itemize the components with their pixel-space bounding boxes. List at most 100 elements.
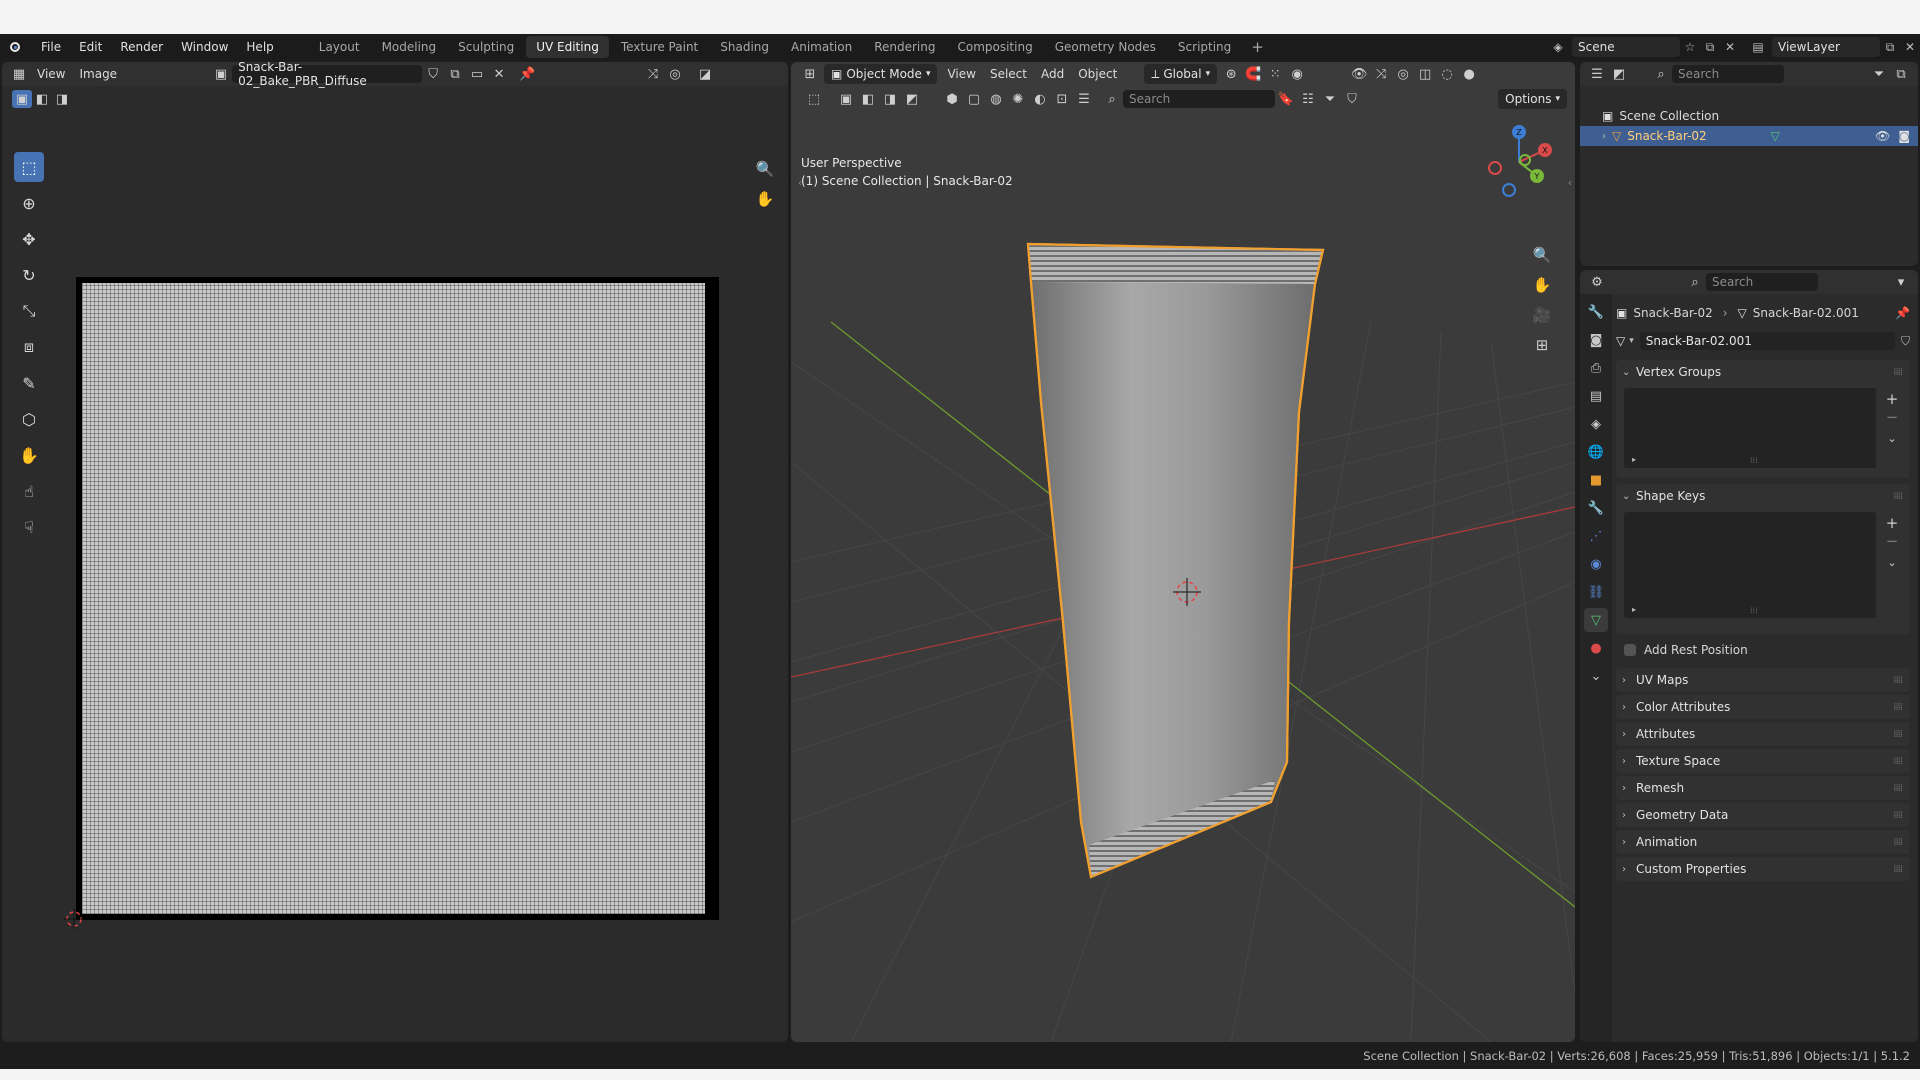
blender-logo-icon[interactable] [6,38,24,56]
texture-space-panel[interactable]: › Texture Space ⁞⁞⁞⁞ [1616,749,1910,773]
tab-compositing[interactable]: Compositing [947,36,1042,58]
filter-list-icon[interactable]: ☷ [1297,89,1319,109]
breadcrumb-mesh[interactable]: Snack-Bar-02.001 [1753,306,1859,320]
navigation-gizmo[interactable]: Z X Y [1479,122,1559,202]
scale-tool[interactable]: ⤡ [14,296,44,326]
animation-panel[interactable]: › Animation ⁞⁞⁞⁞ [1616,830,1910,854]
eye-icon[interactable]: 👁 [1875,129,1890,143]
new-collection-icon[interactable]: ⧉ [1890,64,1912,84]
zoom-icon[interactable]: 🔍 [754,158,776,180]
filter-icon[interactable]: ⏷ [1868,64,1890,84]
list-filter-toggle-icon[interactable]: ▸ [1632,455,1636,464]
proportional-edit-icon[interactable]: ◉ [1286,64,1308,84]
uv-editor[interactable]: ▦ View Image ▣ Snack-Bar-02_Bake_PBR_Dif… [2,62,788,1042]
uv-menu-view[interactable]: View [30,62,72,86]
mesh-data-tab-icon[interactable]: ▽ [1584,608,1608,632]
drag-handle-icon[interactable]: ⁞⁞⁞⁞ [1893,756,1903,767]
snap-target-icon[interactable]: ⁙ [1264,64,1286,84]
tab-shading[interactable]: Shading [710,36,779,58]
overlay-toggle-icon[interactable]: ◎ [1392,64,1414,84]
pinch-tool[interactable]: ☟ [14,512,44,542]
chevron-down-icon[interactable]: ▾ [1890,272,1912,292]
pin-scene-icon[interactable]: ☆ [1680,37,1700,57]
physics-tab-icon[interactable]: ◉ [1584,552,1608,576]
shading-solid-icon[interactable]: ● [1458,64,1480,84]
tab-texture-paint[interactable]: Texture Paint [611,36,708,58]
constraints-tab-icon[interactable]: ⛓ [1584,580,1608,604]
shield-icon[interactable]: ⛉ [1341,89,1363,109]
select-mode-subtract-icon[interactable]: ◨ [879,89,901,109]
breadcrumb-object[interactable]: Snack-Bar-02 [1633,306,1712,320]
drag-handle-icon[interactable]: ⁞⁞⁞⁞ [1893,837,1903,848]
rotate-tool[interactable]: ↻ [14,260,44,290]
output-tab-icon[interactable]: ⎙ [1584,356,1608,380]
drag-handle-icon[interactable]: ⁞⁞⁞⁞ [1893,864,1903,875]
shape-keys-header[interactable]: ⌄ Shape Keys ⁞⁞⁞⁞ [1616,484,1910,508]
3d-viewport[interactable]: ⊞ ▣ Object Mode ▾ View Select Add Object… [791,62,1575,1042]
menu-edit[interactable]: Edit [70,34,111,60]
shape-keys-list[interactable]: ▸ ⁞⁞⁞ [1624,512,1876,618]
drag-handle-icon[interactable]: ⁞⁞⁞⁞ [1893,675,1903,686]
move-tool[interactable]: ✥ [14,224,44,254]
select-box-tool[interactable]: ⬚ [14,152,44,182]
rip-tool[interactable]: ⬡ [14,404,44,434]
2d-cursor-icon[interactable] [64,909,84,929]
uv-overlay-icon[interactable]: ◎ [664,64,686,84]
color-attributes-panel[interactable]: › Color Attributes ⁞⁞⁞⁞ [1616,695,1910,719]
cursor-tool[interactable]: ⊕ [14,188,44,218]
image-browse-icon[interactable]: ▣ [210,64,232,84]
object-mode-dropdown[interactable]: ▣ Object Mode ▾ [824,64,938,84]
curve-filter-icon[interactable]: ◍ [985,89,1007,109]
texture-tab-icon[interactable]: ⌄ [1584,664,1608,688]
remove-vertex-group-button[interactable]: − [1886,408,1899,426]
mesh-browse-icon[interactable]: ▽ [1616,334,1625,348]
annotate-tool[interactable]: ✎ [14,368,44,398]
scene-type-icon[interactable]: ◈ [1548,37,1568,57]
bookmark-icon[interactable]: 🔖 [1275,89,1297,109]
new-image-icon[interactable]: ⧉ [444,64,466,84]
sidebar-toggle-icon[interactable]: ‹ [778,172,788,194]
select-mode-extend-icon[interactable]: ◧ [32,89,52,109]
relax-tool[interactable]: ☝ [14,476,44,506]
view-layer-tab-icon[interactable]: ▤ [1584,384,1608,408]
display-mode-icon[interactable]: ◩ [1608,64,1630,84]
pan-hand-icon[interactable]: ✋ [754,188,776,210]
fake-user-icon[interactable]: ⛉ [1901,334,1910,349]
uv-sync-icon[interactable]: ⤨ [642,64,664,84]
image-name-field[interactable]: Snack-Bar-02_Bake_PBR_Diffuse [232,62,423,88]
perspective-toggle-icon[interactable]: ⊞ [1531,334,1553,356]
unlink-image-icon[interactable]: ✕ [488,64,510,84]
list-resize-icon[interactable]: ⁞⁞⁞ [1750,456,1758,465]
vertex-group-specials-icon[interactable]: ⌄ [1887,432,1896,445]
select-mode-extend-icon[interactable]: ◧ [857,89,879,109]
transform-tool[interactable]: ⧈ [14,332,44,362]
camera-view-icon[interactable]: 🎥 [1531,304,1553,326]
drag-handle-icon[interactable]: ⁞⁞⁞⁞ [1893,702,1903,713]
expand-arrow-icon[interactable]: › [1602,131,1606,142]
modifier-tab-icon[interactable]: 🔧 [1584,496,1608,520]
custom-properties-panel[interactable]: › Custom Properties ⁞⁞⁞⁞ [1616,857,1910,881]
toolbar-toggle-icon[interactable]: ‹ [791,172,811,194]
select-mode-subtract-icon[interactable]: ◨ [52,89,72,109]
menu-file[interactable]: File [32,34,70,60]
xray-icon[interactable]: ◫ [1414,64,1436,84]
object-tab-icon[interactable]: ■ [1584,468,1608,492]
outliner[interactable]: ☰ ◩ ⌕ Search ⏷ ⧉ ▣ Scene Collection › ▽ … [1580,62,1918,266]
visibility-icon[interactable]: 👁 [1348,64,1370,84]
pivot-icon[interactable]: ⊛ [1220,64,1242,84]
remove-view-layer-icon[interactable]: ✕ [1900,37,1920,57]
list-resize-icon[interactable]: ⁞⁞⁞ [1750,606,1758,615]
drag-handle-icon[interactable]: ⁞⁞⁞⁞ [1893,729,1903,740]
remesh-panel[interactable]: › Remesh ⁞⁞⁞⁞ [1616,776,1910,800]
menu-help[interactable]: Help [237,34,282,60]
viewport-search-input[interactable]: Search [1123,90,1275,108]
outliner-search-input[interactable]: Search [1672,65,1784,83]
geometry-data-panel[interactable]: › Geometry Data ⁞⁞⁞⁞ [1616,803,1910,827]
add-rest-position-checkbox[interactable] [1624,644,1636,656]
add-shape-key-button[interactable]: + [1886,514,1899,532]
view-layer-icon[interactable]: ▤ [1748,37,1768,57]
object-type-filter-icon[interactable]: ⬢ [941,89,963,109]
pin-icon[interactable]: 📌 [1895,306,1910,320]
select-mode-new-icon[interactable]: ▣ [835,89,857,109]
mesh-filter-icon[interactable]: ▢ [963,89,985,109]
